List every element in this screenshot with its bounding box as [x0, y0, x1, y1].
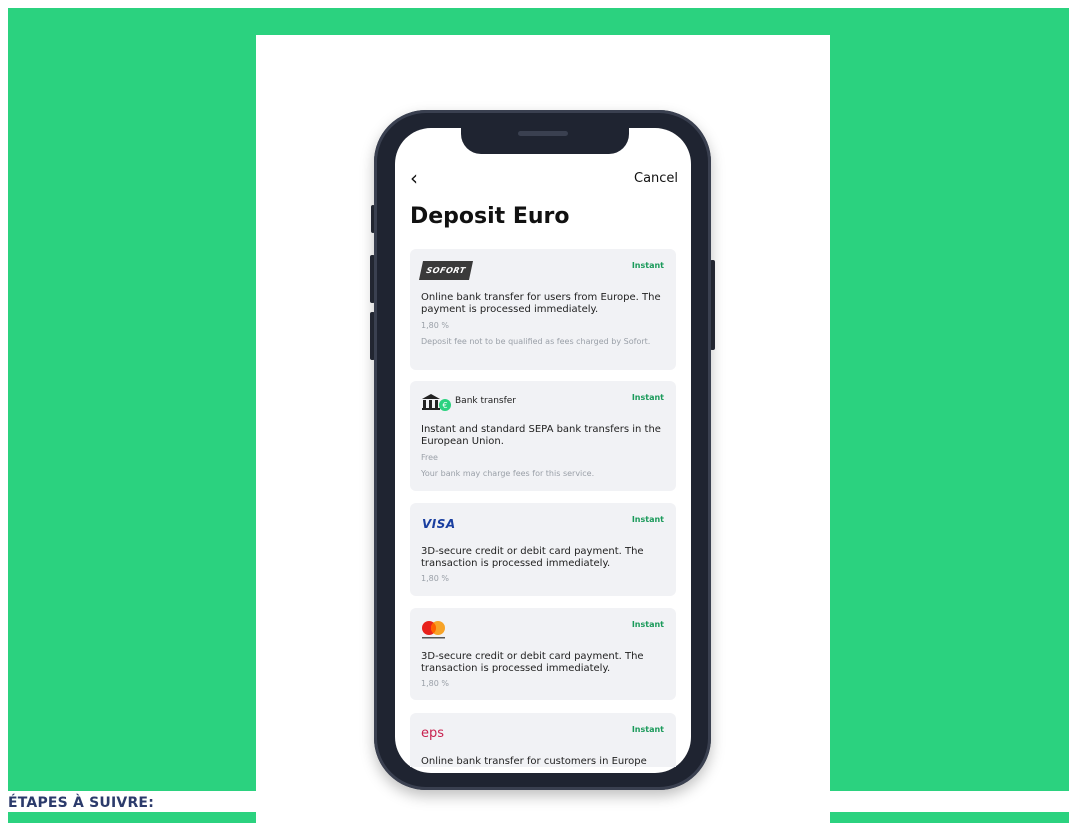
chevron-left-icon[interactable]: ‹: [410, 166, 418, 190]
method-fee: 1,80 %: [421, 679, 449, 688]
eps-logo-mark: eps: [421, 726, 445, 741]
method-description: 3D-secure credit or debit card payment. …: [421, 546, 644, 569]
instant-badge: Instant: [631, 393, 664, 402]
instant-badge: Instant: [631, 725, 664, 734]
method-description: Online bank transfer for customers in Eu…: [421, 756, 647, 767]
page-title: Deposit Euro: [410, 204, 570, 229]
back-button[interactable]: ‹: [410, 168, 418, 188]
bank-transfer-label: Bank transfer: [455, 396, 517, 406]
method-note: Deposit fee not to be qualified as fees …: [421, 337, 651, 346]
sofort-logo: SOFORT: [418, 261, 474, 280]
green-background-bottom-right: [830, 812, 1069, 823]
payment-method-visa[interactable]: VISA Instant 3D-secure credit or debit c…: [410, 503, 676, 596]
mastercard-icon: [421, 620, 447, 645]
cancel-button[interactable]: Cancel: [634, 171, 678, 186]
method-description: Instant and standard SEPA bank transfers…: [421, 424, 661, 447]
payment-method-sofort[interactable]: SOFORT Instant Online bank transfer for …: [410, 249, 676, 370]
method-fee: Free: [421, 453, 438, 462]
steps-heading: ÉTAPES À SUIVRE:: [8, 795, 154, 811]
green-background-top: [8, 8, 1069, 35]
visa-logo: VISA: [422, 517, 456, 531]
green-background-right: [830, 35, 1069, 791]
instant-badge: Instant: [631, 515, 664, 524]
payment-method-mastercard[interactable]: Instant 3D-secure credit or debit card p…: [410, 608, 676, 700]
eps-logo: eps: [421, 726, 444, 741]
green-background-bottom-left: [8, 812, 256, 823]
phone-speaker: [518, 131, 568, 136]
svg-text:€: €: [442, 401, 447, 410]
method-note: Your bank may charge fees for this servi…: [421, 469, 595, 478]
instant-badge: Instant: [631, 620, 664, 629]
method-fee: 1,80 %: [421, 574, 449, 583]
instant-badge: Instant: [631, 261, 664, 270]
method-description: 3D-secure credit or debit card payment. …: [421, 651, 644, 674]
method-fee: 1,80 %: [421, 321, 449, 330]
green-background-left: [8, 35, 256, 791]
bank-icon: €: [421, 394, 453, 417]
payment-method-eps[interactable]: eps Instant Online bank transfer for cus…: [410, 713, 676, 767]
payment-method-bank-transfer[interactable]: € Bank transfer Instant Instant and stan…: [410, 381, 676, 491]
method-description: Online bank transfer for users from Euro…: [421, 292, 661, 315]
phone-notch: [461, 124, 629, 154]
